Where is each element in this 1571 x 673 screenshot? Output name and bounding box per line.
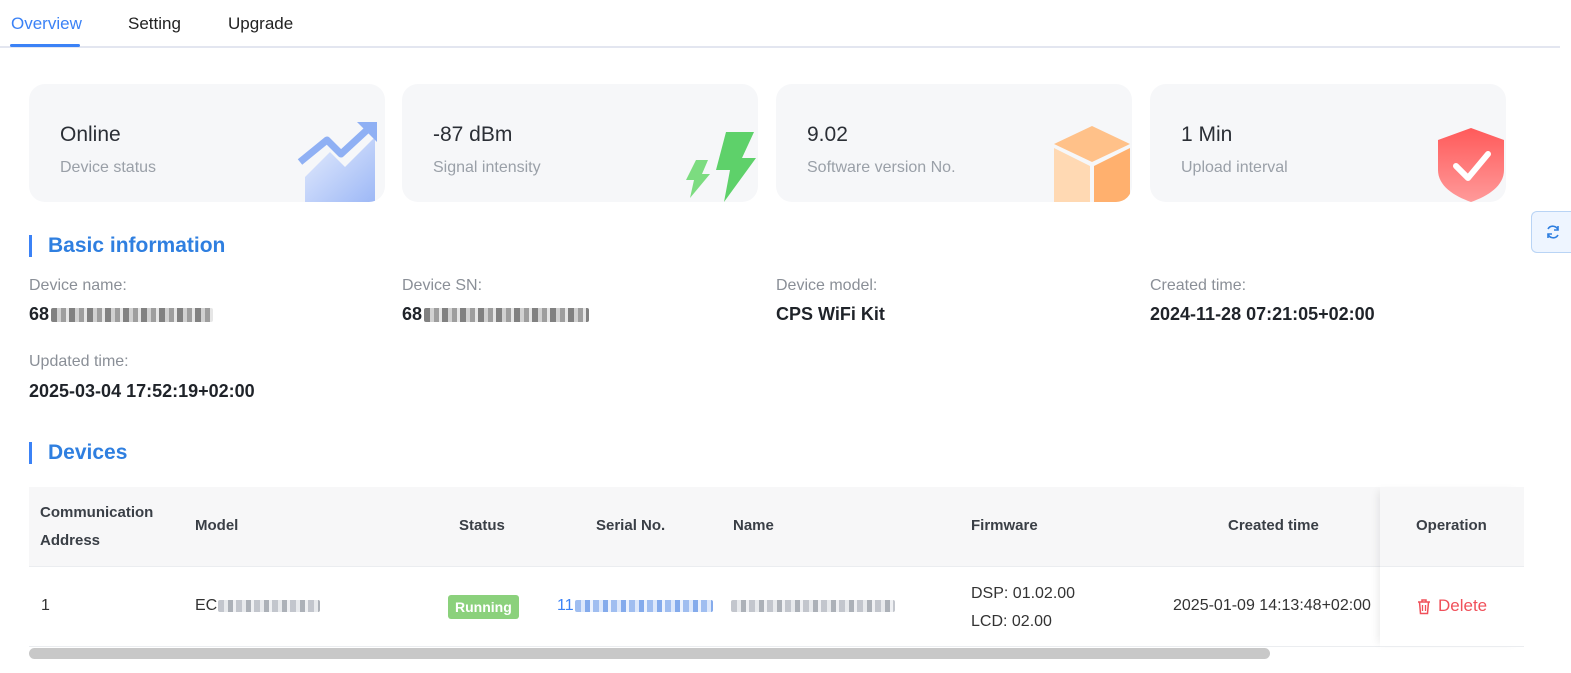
cell-serial-link[interactable]: 11 bbox=[557, 597, 713, 615]
trend-chart-icon bbox=[297, 122, 377, 202]
device-sn-label: Device SN: bbox=[402, 277, 483, 294]
column-header-address: Communication Address bbox=[40, 504, 154, 549]
updated-time-value: 2025-03-04 17:52:19+02:00 bbox=[29, 381, 255, 401]
created-time-label: Created time: bbox=[1150, 277, 1247, 294]
device-name-value: 68 bbox=[29, 304, 214, 325]
table-header: Communication Address Model Status Seria… bbox=[29, 487, 1524, 567]
tab-bar: Overview Setting Upgrade bbox=[0, 0, 1560, 48]
section-title-devices: Devices bbox=[29, 442, 127, 464]
redacted-text bbox=[424, 308, 590, 323]
device-sn-value: 68 bbox=[402, 304, 590, 325]
stat-value: -87 dBm bbox=[433, 123, 513, 146]
refresh-icon bbox=[1546, 225, 1559, 239]
tab-overview[interactable]: Overview bbox=[11, 14, 82, 34]
section-title-basic-info: Basic information bbox=[29, 235, 225, 257]
active-tab-indicator bbox=[10, 44, 80, 47]
stat-label: Software version No. bbox=[807, 159, 956, 176]
redacted-text bbox=[574, 599, 713, 612]
stat-value: 1 Min bbox=[1181, 123, 1233, 146]
cell-model: EC bbox=[195, 597, 321, 615]
column-header-serial: Serial No. bbox=[596, 517, 666, 534]
redacted-text bbox=[51, 308, 214, 323]
column-header-model: Model bbox=[195, 517, 239, 534]
updated-time-label: Updated time: bbox=[29, 353, 129, 370]
created-time-value: 2024-11-28 07:21:05+02:00 bbox=[1150, 304, 1375, 324]
operation-column-shadow bbox=[1380, 487, 1524, 647]
status-badge: Running bbox=[448, 595, 519, 619]
column-header-name: Name bbox=[733, 517, 774, 534]
redacted-text bbox=[218, 599, 321, 612]
device-name-label: Device name: bbox=[29, 277, 127, 294]
table-row: 1 EC Running 11 DSP: 01.02.00 LCD: 02.00… bbox=[29, 567, 1524, 647]
device-model-value: CPS WiFi Kit bbox=[776, 304, 885, 324]
devices-table: Communication Address Model Status Seria… bbox=[29, 487, 1524, 647]
cell-created-time: 2025-01-09 14:13:48+02:00 bbox=[1173, 597, 1371, 614]
cell-address: 1 bbox=[41, 597, 50, 614]
stat-label: Device status bbox=[60, 159, 157, 176]
firmware-lcd: LCD: 02.00 bbox=[971, 613, 1052, 630]
column-header-status: Status bbox=[459, 517, 505, 534]
stat-label: Upload interval bbox=[1181, 159, 1288, 176]
device-model-label: Device model: bbox=[776, 277, 878, 294]
shield-check-icon bbox=[1438, 128, 1504, 202]
stat-value: 9.02 bbox=[807, 123, 848, 146]
cube-icon bbox=[1054, 126, 1130, 202]
stat-card-signal: -87 dBm Signal intensity bbox=[402, 84, 758, 202]
stat-value: Online bbox=[60, 123, 121, 146]
tab-setting[interactable]: Setting bbox=[128, 14, 181, 34]
stat-card-upload: 1 Min Upload interval bbox=[1150, 84, 1506, 202]
cell-name bbox=[731, 597, 895, 615]
redacted-text bbox=[731, 599, 895, 612]
stat-label: Signal intensity bbox=[433, 159, 541, 176]
cell-firmware: DSP: 01.02.00 LCD: 02.00 bbox=[971, 580, 1075, 636]
stat-card-software: 9.02 Software version No. bbox=[776, 84, 1132, 202]
firmware-dsp: DSP: 01.02.00 bbox=[971, 585, 1076, 602]
lightning-icon bbox=[686, 132, 756, 202]
column-header-created-time: Created time bbox=[1228, 517, 1319, 534]
tab-upgrade[interactable]: Upgrade bbox=[228, 14, 293, 34]
refresh-button[interactable] bbox=[1531, 211, 1571, 253]
stat-card-device-status: Online Device status bbox=[29, 84, 385, 202]
column-header-firmware: Firmware bbox=[971, 517, 1038, 534]
horizontal-scrollbar[interactable] bbox=[29, 648, 1270, 659]
